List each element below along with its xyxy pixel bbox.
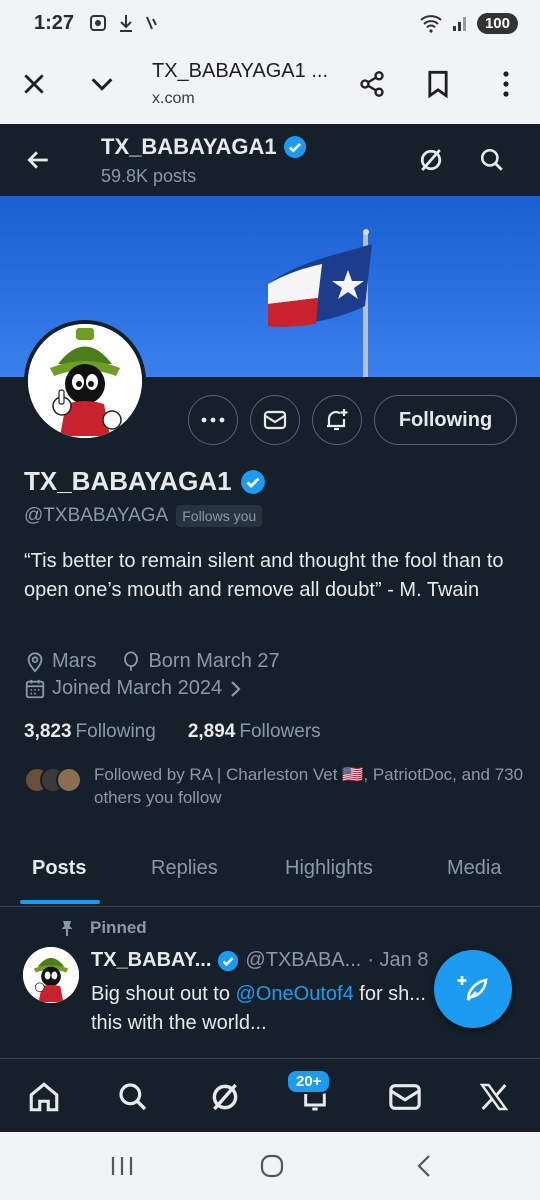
verified-badge-icon [218, 950, 239, 971]
notifications-badge: 20+ [286, 1069, 332, 1094]
bookmark-icon[interactable] [418, 64, 458, 104]
more-options-button[interactable] [188, 395, 238, 445]
active-tab-indicator [20, 900, 100, 904]
tab-highlights[interactable]: Highlights [285, 857, 373, 880]
share-icon[interactable] [352, 64, 392, 104]
follows-you-badge: Follows you [176, 505, 263, 527]
bottom-navigation: 20+ [0, 1058, 540, 1132]
browser-domain[interactable]: x.com [152, 90, 195, 108]
verified-badge-icon [240, 469, 265, 494]
envelope-icon[interactable] [383, 1075, 427, 1119]
location-pin-icon [27, 651, 43, 673]
profile-name-text: TX_BABAYAGA1 [24, 466, 232, 496]
tab-replies[interactable]: Replies [151, 857, 218, 880]
envelope-icon [263, 410, 287, 430]
more-vertical-icon[interactable] [486, 64, 526, 104]
profile-location: Mars [52, 650, 97, 672]
post-author-name[interactable]: TX_BABAY... [91, 949, 211, 972]
post-header: TX_BABAY... @TXBABA... · Jan 8 [91, 949, 428, 972]
battery-indicator: 100 [476, 12, 518, 34]
chevron-right-icon [231, 680, 241, 697]
profile-avatar[interactable] [24, 320, 146, 442]
signal-icon [146, 16, 157, 30]
marvin-martian-avatar-image [28, 324, 142, 438]
home-button-icon[interactable] [252, 1150, 292, 1182]
search-icon[interactable] [111, 1075, 155, 1119]
post-mention-link[interactable]: @OneOutof4 [236, 983, 354, 1005]
followers-count-link[interactable]: 2,894 Followers [188, 721, 321, 743]
back-arrow-icon[interactable] [18, 140, 58, 180]
pinned-indicator: Pinned [58, 918, 147, 938]
screenshot-icon [90, 15, 107, 31]
wifi-icon [420, 15, 442, 33]
recent-apps-icon[interactable] [102, 1150, 142, 1182]
post-author-avatar[interactable] [23, 947, 79, 1003]
post-author-handle[interactable]: @TXBABA... [245, 949, 361, 972]
header-display-name: TX_BABAYAGA1 [101, 134, 307, 160]
mutual-avatar [56, 767, 82, 793]
browser-toolbar: TX_BABAYAGA1 ... x.com [0, 46, 540, 124]
balloon-icon [124, 650, 139, 671]
search-icon[interactable] [472, 140, 512, 180]
more-horizontal-icon [201, 417, 225, 423]
profile-joined-row[interactable]: Joined March 2024 [24, 677, 244, 700]
header-post-count: 59.8K posts [101, 166, 197, 186]
followers-label: Followers [239, 721, 321, 742]
profile-display-name: TX_BABAYAGA1 [24, 466, 266, 497]
profile-handle: @TXBABAYAGA [24, 505, 169, 526]
follow-counts: 3,823 Following 2,894 Followers [24, 721, 321, 743]
post-date[interactable]: · Jan 8 [367, 949, 428, 972]
notifications-subscribe-button[interactable] [312, 395, 362, 445]
pin-icon [61, 921, 73, 936]
post-text[interactable]: Big shout out to @OneOutof4 for sh... th… [91, 980, 461, 1038]
followers-count: 2,894 [187, 721, 236, 742]
pinned-label: Pinned [90, 918, 147, 937]
cell-signal-icon [452, 17, 466, 31]
marvin-martian-avatar-image [23, 947, 79, 1003]
compose-post-button[interactable] [434, 950, 512, 1028]
status-time: 1:27 [34, 11, 75, 34]
home-icon[interactable] [22, 1075, 66, 1119]
message-button[interactable] [250, 395, 300, 445]
following-count: 3,823 [24, 721, 72, 742]
following-count-link[interactable]: 3,823 Following [24, 721, 156, 743]
profile-tabs: Posts Replies Highlights Media [0, 843, 540, 907]
following-button[interactable]: Following [374, 395, 517, 445]
android-navigation-bar [0, 1132, 540, 1200]
notification-icons [88, 13, 160, 33]
followed-by-text: Followed by RA | Charleston Vet 🇺🇸, Patr… [94, 765, 524, 807]
download-icon [120, 15, 133, 32]
calendar-icon [25, 679, 45, 698]
profile-header-bar: TX_BABAYAGA1 59.8K posts [0, 124, 540, 196]
status-bar: 1:27 100 [0, 0, 540, 46]
grok-icon[interactable] [411, 140, 451, 180]
post-text-start: Big shout out to [91, 983, 236, 1005]
profile-meta-row: Mars Born March 27 [24, 650, 280, 673]
profile-handle-row: @TXBABAYAGA Follows you [24, 505, 263, 527]
back-button-icon[interactable] [404, 1150, 444, 1182]
profile-bio: “Tis better to remain silent and thought… [24, 550, 504, 601]
header-name-text: TX_BABAYAGA1 [101, 134, 277, 159]
following-label: Following [75, 721, 156, 742]
close-icon[interactable] [14, 64, 54, 104]
followed-by-row[interactable]: Followed by RA | Charleston Vet 🇺🇸, Patr… [24, 763, 524, 809]
profile-joined-date: Joined March 2024 [52, 677, 223, 699]
x-logo-icon[interactable] [472, 1075, 516, 1119]
verified-badge-icon [283, 136, 306, 158]
tab-posts[interactable]: Posts [32, 857, 86, 880]
bell-plus-icon [327, 409, 348, 431]
followed-by-avatars [24, 763, 82, 809]
grok-icon[interactable] [203, 1075, 247, 1119]
profile-birthday: Born March 27 [148, 650, 280, 672]
chevron-down-icon[interactable] [82, 64, 122, 104]
browser-page-title[interactable]: TX_BABAYAGA1 ... [152, 60, 328, 83]
tab-media[interactable]: Media [447, 857, 501, 880]
feather-plus-icon [457, 976, 488, 1001]
